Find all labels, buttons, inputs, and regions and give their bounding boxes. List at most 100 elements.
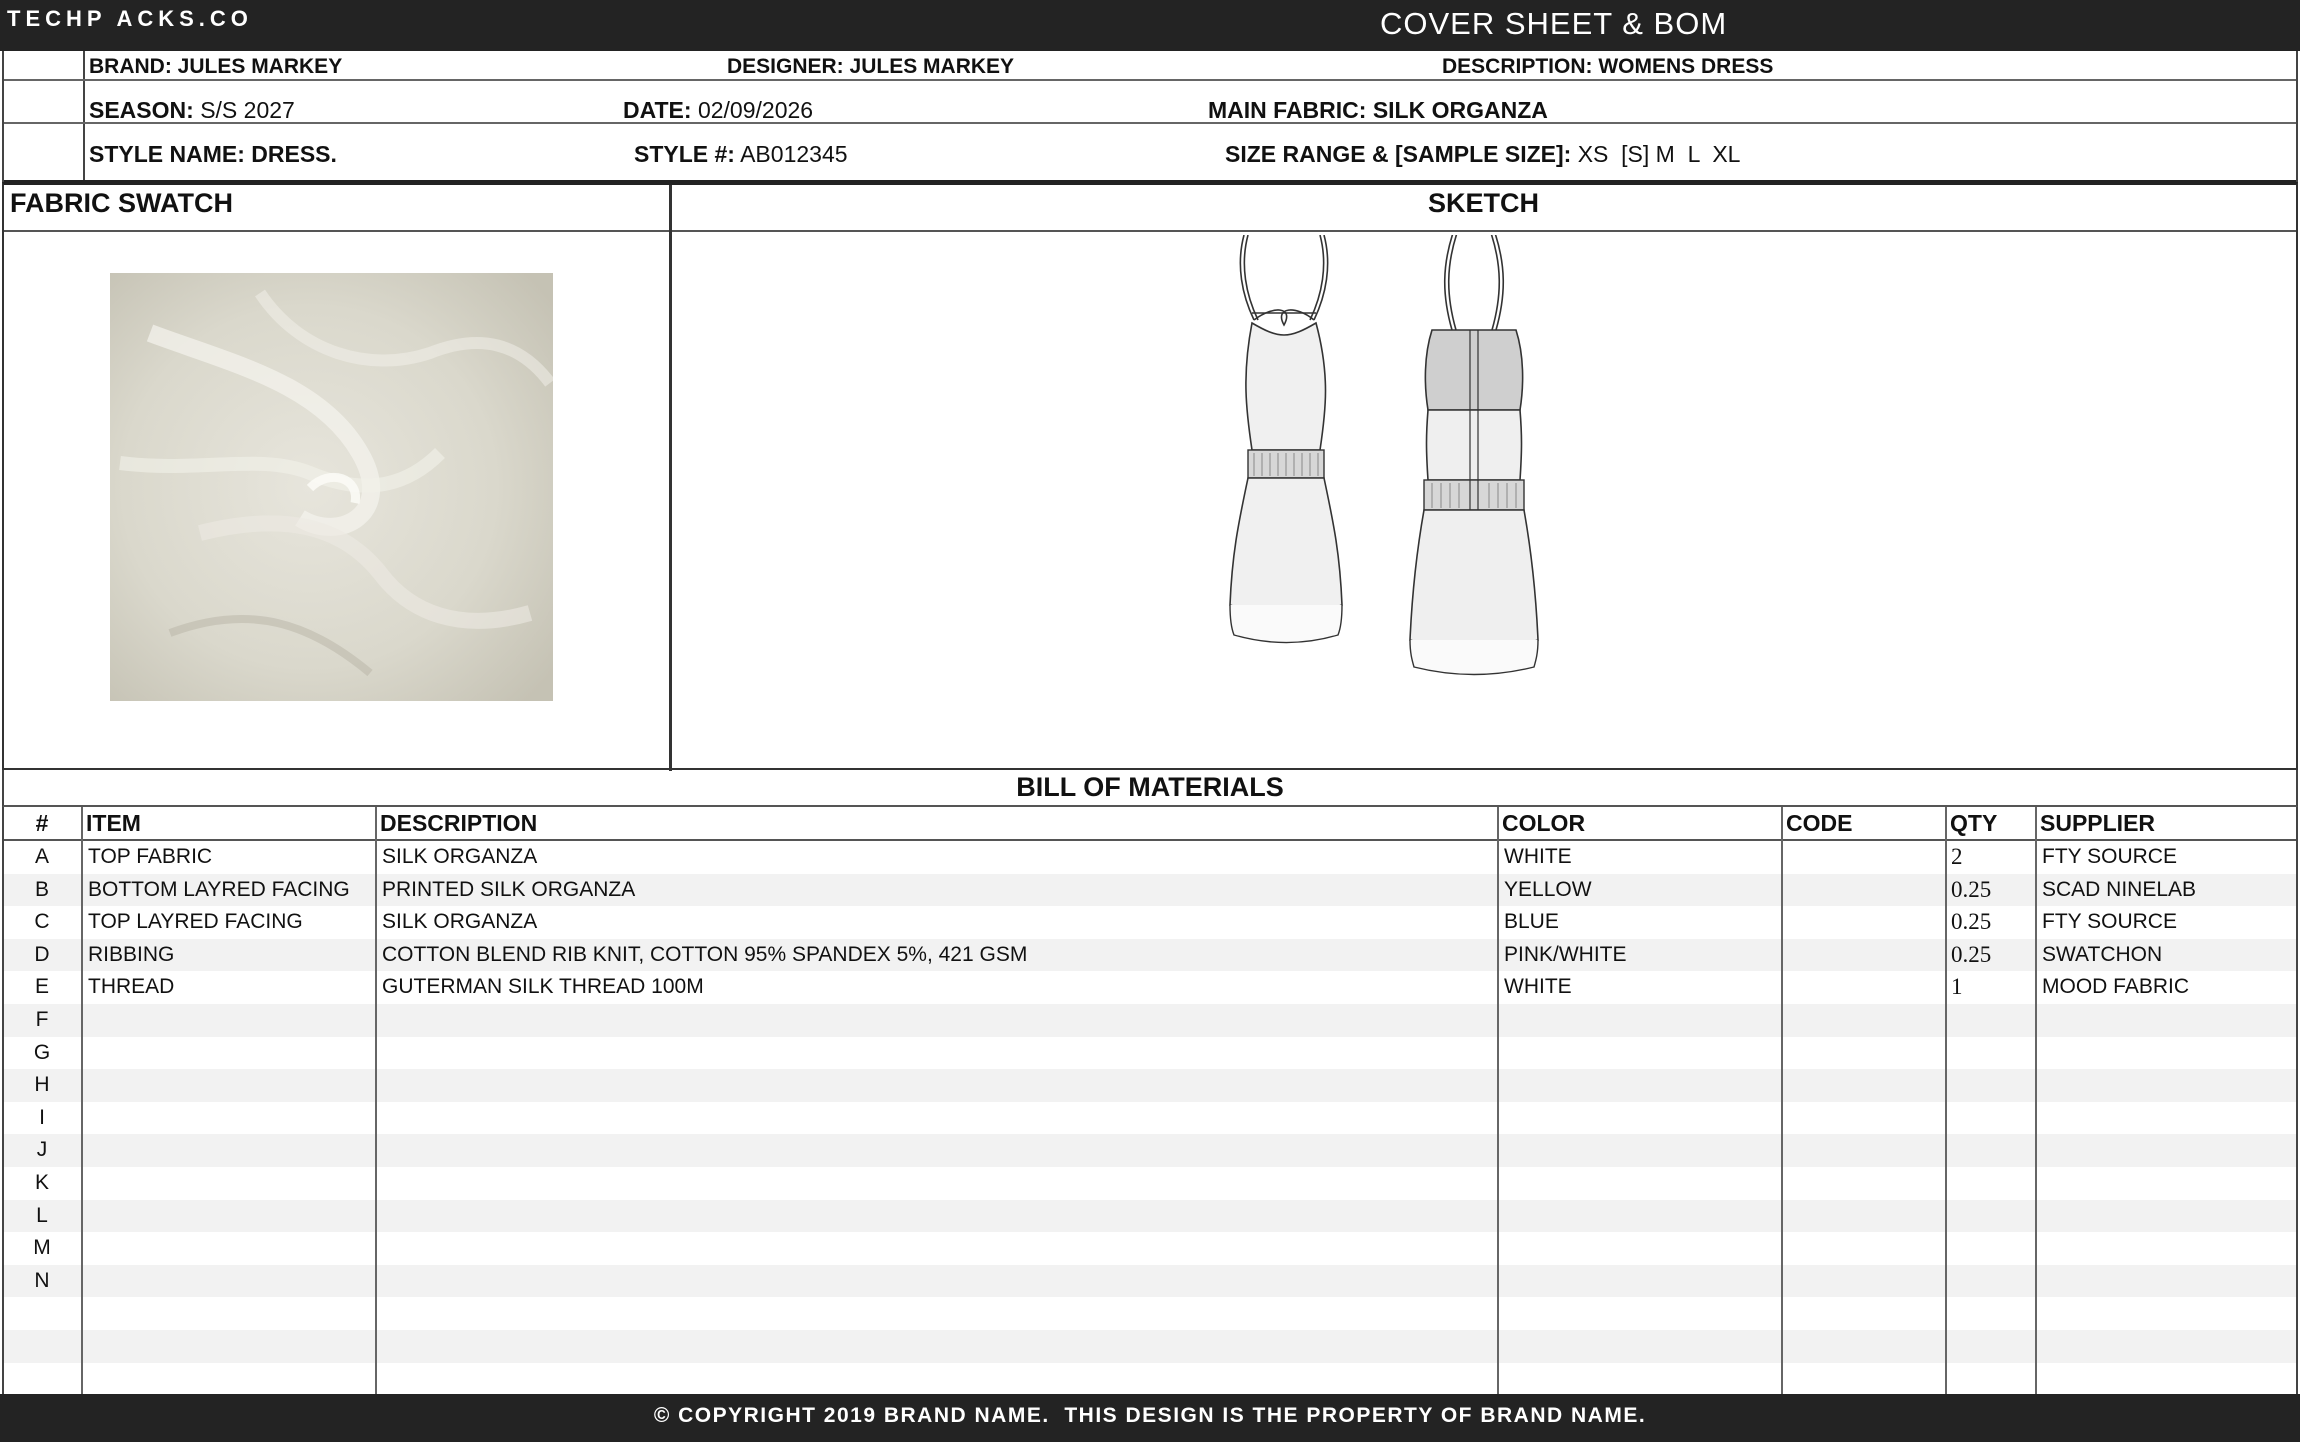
row-supplier: FTY SOURCE [2042, 910, 2177, 934]
row-number: H [34, 1073, 50, 1097]
header-bar: TECHP ACKS.CO COVER SHEET & BOM [0, 0, 2300, 51]
row-item: RIBBING [88, 942, 175, 966]
row-qty: 2 [1951, 844, 1963, 869]
style-number-field: STYLE #: AB012345 [634, 141, 848, 168]
info-row-2-divider [4, 79, 2296, 124]
table-row: B BOTTOM LAYRED FACING PRINTED SILK ORGANZ… [4, 873, 2296, 907]
col-divider-item [81, 807, 83, 1394]
table-row [4, 1297, 2296, 1330]
table-row: I [4, 1102, 2296, 1135]
date-value: 02/09/2026 [697, 97, 814, 123]
col-header-supplier: SUPPLIER [2040, 810, 2156, 836]
row-description: GUTERMAN SILK THREAD 100M [382, 975, 704, 999]
row-supplier: SWATCHON [2042, 942, 2163, 966]
style-name-label: STYLE NAME: [89, 141, 245, 167]
row-color: BLUE [1504, 910, 1559, 934]
table-row [4, 1329, 2296, 1363]
table-row: K [4, 1167, 2296, 1200]
row-description: PRINTED SILK ORGANZA [382, 877, 636, 901]
row-number: K [34, 1170, 49, 1194]
col-header-item: ITEM [86, 810, 141, 836]
designer-value: JULES MARKEY [849, 55, 1015, 78]
row-color: PINK/WHITE [1504, 942, 1627, 966]
row-qty: 0.25 [1951, 909, 1992, 935]
row-item: BOTTOM LAYRED FACING [88, 877, 350, 901]
swatch-sketch-section: FABRIC SWATCH SKETCH [2, 182, 2298, 771]
brand-mark: TECHP ACKS.CO [7, 6, 253, 31]
row-description: SILK ORGANZA [382, 910, 538, 934]
brand-value: JULES MARKEY [177, 55, 343, 78]
table-row: N [4, 1264, 2296, 1298]
row-number: N [34, 1268, 50, 1292]
row-qty: 0.25 [1951, 876, 1992, 902]
row-description: SILK ORGANZA [382, 845, 538, 868]
row-number: C [34, 910, 50, 934]
row-color: WHITE [1504, 975, 1572, 999]
style-name-value: DRESS. [251, 141, 337, 167]
page-title: COVER SHEET & BOM [1380, 6, 1728, 41]
table-row: H [4, 1069, 2296, 1102]
row-supplier: FTY SOURCE [2042, 845, 2177, 868]
size-range-label: SIZE RANGE & [SAMPLE SIZE]: [1225, 141, 1572, 167]
table-row: A TOP FABRIC SILK ORGANZA WHITE 2 FTY SOURCE [4, 841, 2296, 874]
main-fabric-label: MAIN FABRIC: [1208, 97, 1367, 123]
info-row-1-divider [4, 51, 2296, 81]
table-row: L [4, 1199, 2296, 1233]
row-item: TOP FABRIC [88, 845, 213, 868]
table-row: M [4, 1232, 2296, 1265]
style-info-block: BRAND: JULES MARKEY DESIGNER: JULES MARK… [2, 51, 2298, 182]
description-label: DESCRIPTION: [1442, 55, 1593, 78]
style-number-label: STYLE #: [634, 141, 735, 167]
row-number: E [34, 975, 49, 999]
row-description: COTTON BLEND RIB KNIT, COTTON 95% SPANDE… [382, 942, 1028, 966]
season-field: SEASON: S/S 2027 [89, 97, 295, 124]
style-number-value: AB012345 [740, 141, 848, 167]
info-row-3-divider [4, 122, 2296, 182]
col-header-code: CODE [1786, 810, 1853, 836]
table-row: F [4, 1003, 2296, 1037]
row-number: L [36, 1203, 48, 1227]
date-label: DATE: [623, 97, 692, 123]
bom-heading: BILL OF MATERIALS [1016, 772, 1284, 802]
swatch-sketch-divider [669, 185, 672, 771]
dress-sketch-image [1229, 235, 1539, 676]
row-number: A [34, 845, 49, 868]
bom-title-row: BILL OF MATERIALS [2, 770, 2298, 807]
col-header-number: # [35, 810, 49, 836]
table-row [4, 1363, 2296, 1395]
description-value: WOMENS DRESS [1598, 55, 1774, 78]
sketch-heading: SKETCH [1427, 188, 1539, 218]
table-row: J [4, 1134, 2296, 1167]
bom-table: # ITEM DESCRIPTION COLOR CODE QTY SUPPLI… [2, 807, 2298, 1394]
style-name-field: STYLE NAME: DRESS. [89, 141, 337, 168]
size-range-value: XS [S] M L XL [1577, 141, 1741, 167]
season-label: SEASON: [89, 97, 194, 123]
row-qty: 0.25 [1951, 941, 1992, 967]
tech-pack-page: TECHP ACKS.CO COVER SHEET & BOM BRAND: J… [0, 0, 2300, 1442]
brand-label: BRAND: [89, 55, 172, 78]
table-row: G [4, 1037, 2296, 1070]
designer-field: DESIGNER: JULES MARKEY [727, 55, 1014, 79]
designer-label: DESIGNER: [727, 55, 844, 78]
row-supplier: SCAD NINELAB [2042, 877, 2197, 901]
col-divider-code [1781, 807, 1783, 1394]
col-divider-supplier [2035, 807, 2037, 1394]
description-field: DESCRIPTION: WOMENS DRESS [1442, 55, 1773, 79]
season-value: S/S 2027 [200, 97, 295, 123]
table-row: E THREAD GUTERMAN SILK THREAD 100M WHITE 1 MO… [4, 971, 2296, 1004]
size-range-field: SIZE RANGE & [SAMPLE SIZE]: XS [S] M L X… [1225, 141, 1740, 168]
row-number: I [39, 1105, 45, 1129]
row-color: YELLOW [1504, 877, 1592, 901]
date-field: DATE: 02/09/2026 [623, 97, 813, 124]
col-divider-description [375, 807, 377, 1394]
row-number: F [35, 1007, 49, 1031]
col-header-color: COLOR [1502, 810, 1586, 836]
fabric-swatch-heading: FABRIC SWATCH [10, 188, 233, 218]
row-number: M [33, 1236, 51, 1260]
row-number: D [34, 942, 50, 966]
row-number: B [34, 877, 49, 901]
row-number: G [33, 1040, 51, 1064]
main-fabric-field: MAIN FABRIC: SILK ORGANZA [1208, 97, 1548, 124]
table-row: C TOP LAYRED FACING SILK ORGANZA BLUE 0.25 FT… [4, 906, 2296, 939]
col-divider-color [1497, 807, 1499, 1394]
